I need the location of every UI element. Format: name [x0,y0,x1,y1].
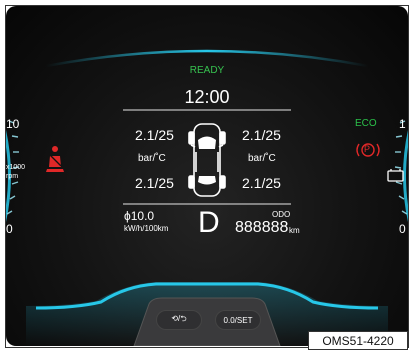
tire-front-left: 2.1/25 [135,127,174,143]
parking-brake-letter: P [364,144,371,154]
display-mode-button[interactable]: ⟲/⮌ [156,310,202,330]
seatbelt-warning-icon [46,146,64,172]
figure-code: OMS51-4220 [308,331,408,350]
gear-indicator: D [198,206,220,239]
odometer-label: ODO [272,210,291,219]
instrument-cluster: READY 12:00 2.1/25 2.1/25 bar/˚C bar/˚C … [6,6,408,346]
battery-icon [387,169,404,182]
odometer-value: 888888 [235,219,289,236]
consumption-value: ϕ10.0 [124,209,155,223]
left-gauge-unit: rpm [6,173,19,180]
tire-front-right: 2.1/25 [242,127,281,143]
tire-unit-right: bar/˚C [248,153,276,164]
right-gauge-min: 0 [399,222,406,236]
odometer-unit: km [289,226,300,235]
eco-indicator: ECO [355,118,377,129]
tire-rear-left: 2.1/25 [135,175,174,191]
ready-indicator: READY [189,65,225,76]
right-gauge [394,120,408,222]
trip-reset-set-button[interactable]: 0.0/SET [215,310,261,330]
left-gauge-scale: x1000 [6,164,26,171]
tire-rear-right: 2.1/25 [242,175,281,191]
clock: 12:00 [184,87,230,107]
left-gauge-max: 10 [6,117,20,131]
left-gauge-min: 0 [6,222,13,236]
cluster-decoration [6,49,408,346]
consumption-unit: kW/h/100km [124,224,169,233]
right-gauge-max: 1 [399,117,406,131]
top-arc [45,49,369,68]
car-top-view-icon [188,123,226,197]
tire-unit-left: bar/˚C [138,153,166,164]
